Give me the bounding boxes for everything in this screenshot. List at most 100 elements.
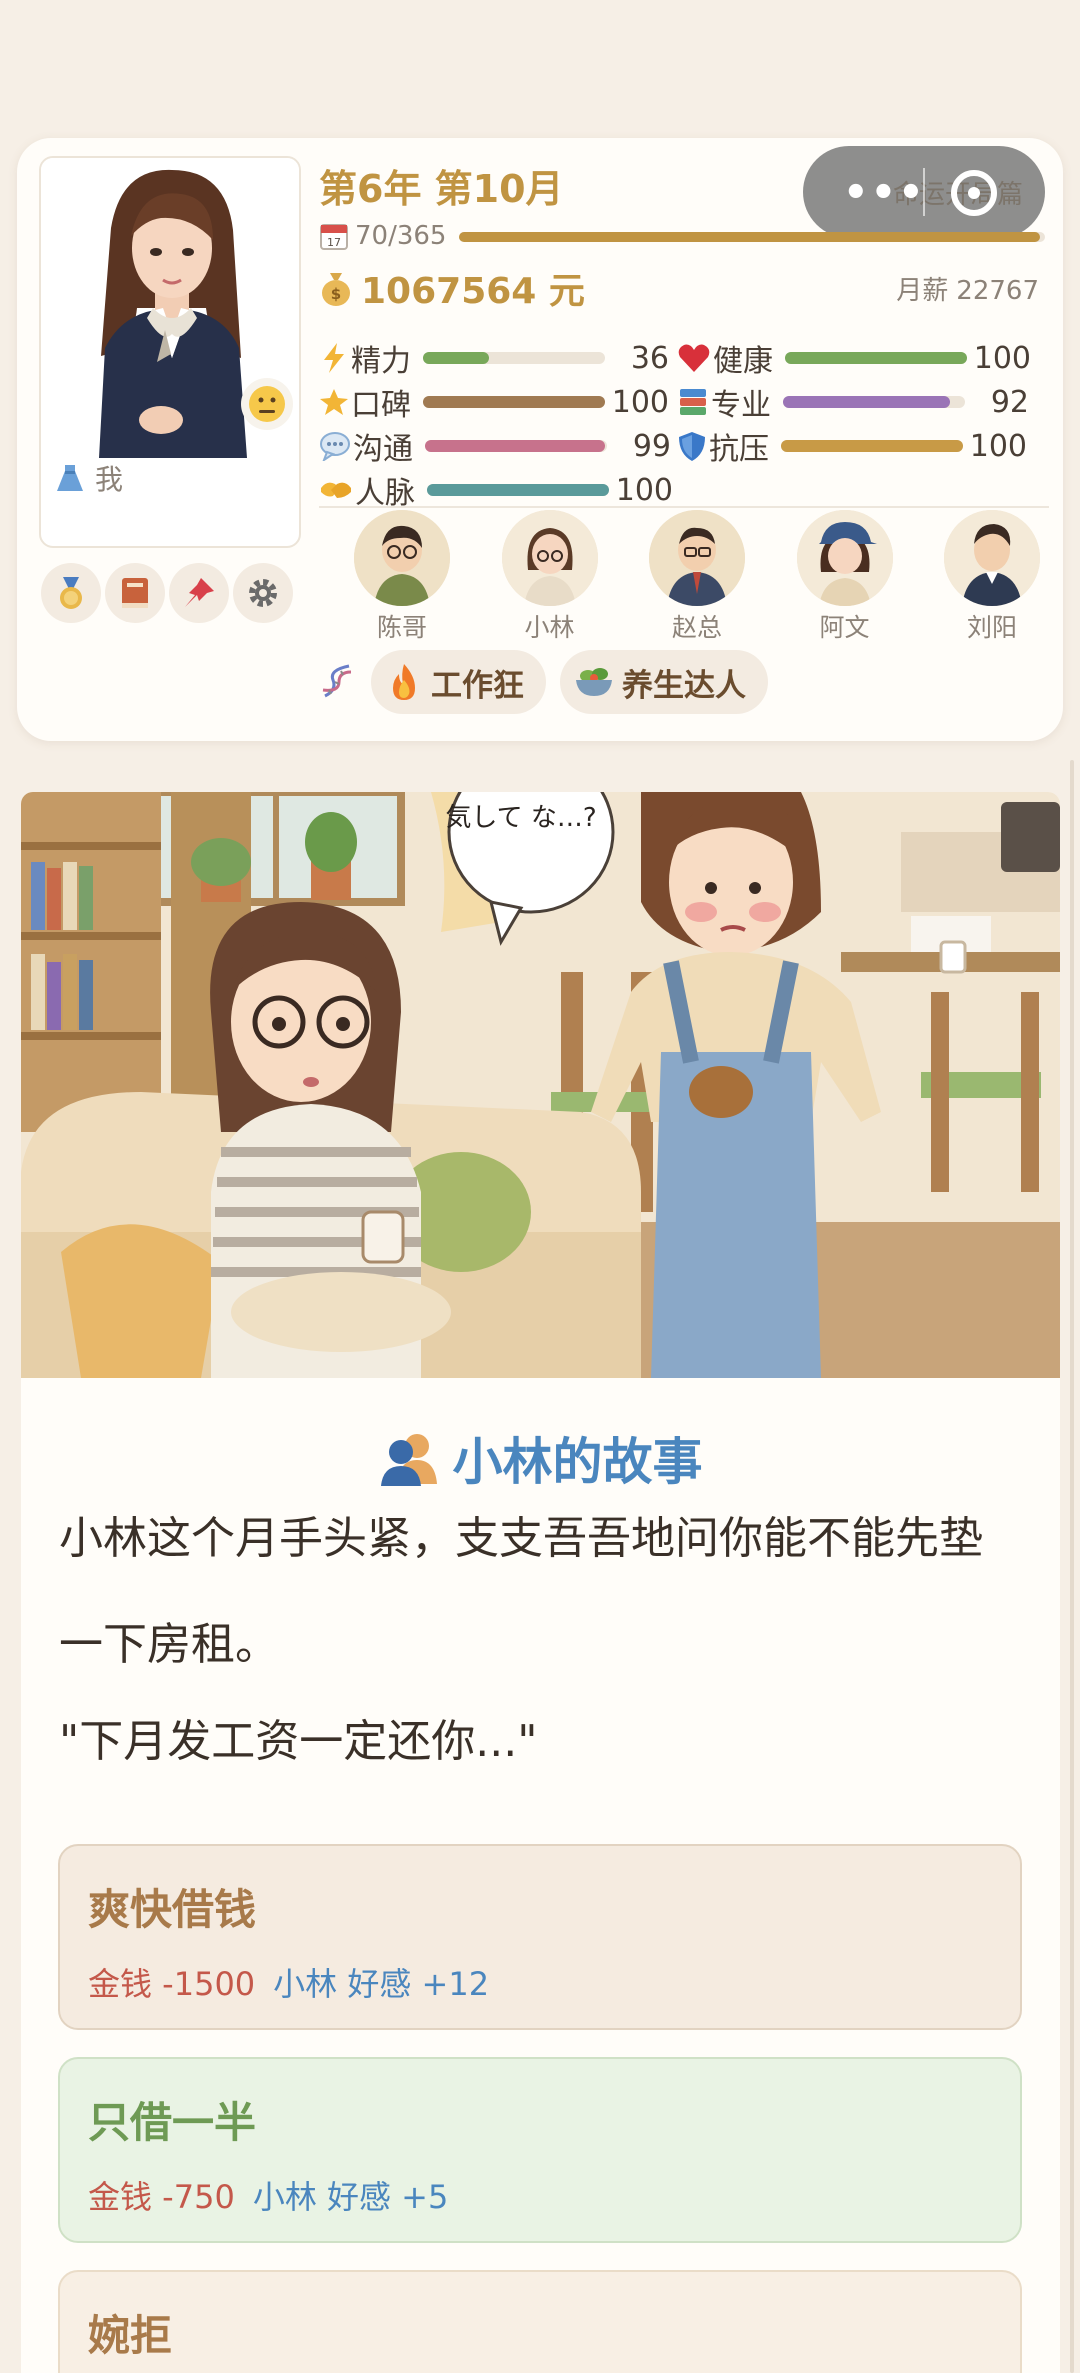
- stat-expertise: 专业 92: [677, 382, 1029, 423]
- story-title: 小林的故事: [21, 1422, 1060, 1494]
- npc-liu-yang[interactable]: 刘阳: [937, 510, 1047, 644]
- relationship-effect: 小林 好感 +5: [252, 2178, 449, 2216]
- handshake-icon: [321, 482, 351, 498]
- story-illustration: 気して な…?: [21, 792, 1060, 1378]
- tool-row: [41, 563, 293, 623]
- stat-stress-resistance: 抗压 100: [677, 426, 1027, 467]
- books-icon: [680, 389, 706, 415]
- stat-value: 100: [615, 472, 673, 508]
- dna-icon: [322, 664, 352, 698]
- stat-fill: [783, 396, 951, 408]
- choice-title: 只借一半: [88, 2098, 257, 2147]
- day-progress-fill: [459, 232, 1041, 242]
- shield-icon: [679, 432, 705, 461]
- choice-title: 婉拒: [88, 2311, 173, 2360]
- stat-bar: [785, 352, 967, 364]
- trait-workaholic[interactable]: 工作狂: [371, 650, 546, 714]
- npc-list: 陈哥 小林 赵总 阿文 刘阳: [347, 510, 1047, 644]
- divider: [319, 506, 1049, 508]
- stat-label: 抗压: [709, 432, 769, 467]
- calendar-icon: 17: [320, 224, 348, 250]
- story-quote: "下月发工资一定还你...": [59, 1716, 538, 1767]
- npc-avatar: [354, 510, 450, 606]
- story-title-text: 小林的故事: [452, 1433, 703, 1491]
- npc-xiao-lin[interactable]: 小林: [495, 510, 605, 644]
- npc-name: 阿文: [819, 613, 870, 642]
- pin-button[interactable]: [169, 563, 229, 623]
- svg-text:17: 17: [327, 236, 341, 249]
- dress-icon: [57, 465, 83, 491]
- trait-health-enthusiast[interactable]: 养生达人: [560, 650, 768, 714]
- stat-bar: [783, 396, 965, 408]
- money-row: $ 1067564 元: [319, 262, 585, 314]
- story-paragraph: 小林这个月手头紧，支支吾吾地问你能不能先垫一下房租。: [59, 1513, 983, 1670]
- choice-lend-half[interactable]: 只借一半 金钱 -750 小林 好感 +5: [58, 2057, 1022, 2243]
- stat-fill: [785, 352, 967, 364]
- money-effect: 金钱 -750: [88, 2178, 235, 2216]
- medal-icon: [60, 577, 82, 609]
- close-mini-program-icon[interactable]: [951, 170, 997, 216]
- fire-icon: [393, 664, 415, 700]
- trait-label: 养生达人: [622, 667, 746, 704]
- date-title: 第6年 第10月: [319, 167, 564, 211]
- illustration-bubble-text: 気して な…?: [445, 803, 596, 833]
- settings-button[interactable]: [233, 563, 293, 623]
- npc-name: 小林: [524, 613, 575, 642]
- stat-label: 专业: [711, 388, 771, 423]
- stat-fill: [781, 440, 963, 452]
- more-icon[interactable]: •••: [843, 170, 926, 216]
- book-icon: [122, 578, 148, 608]
- status-card: 我 第6年 第10月 命运开局篇 ••• 17 70/365 $ 1067564…: [17, 138, 1063, 741]
- choice-decline[interactable]: 婉拒: [58, 2270, 1022, 2373]
- stat-bar: [423, 352, 605, 364]
- npc-avatar: [944, 510, 1040, 606]
- speech-bubble-icon: [320, 432, 350, 461]
- stat-bar: [425, 440, 607, 452]
- pin-icon: [185, 578, 214, 607]
- stat-health: 健康 100: [677, 338, 1031, 379]
- stat-bar: [781, 440, 963, 452]
- capsule-divider: [923, 168, 925, 216]
- stat-value: 100: [969, 428, 1027, 464]
- stat-fill: [423, 352, 489, 364]
- npc-name: 陈哥: [376, 613, 427, 642]
- salary-value: 22767: [956, 276, 1039, 306]
- stat-communication: 沟通 99: [319, 426, 671, 467]
- stat-value: 99: [632, 428, 671, 464]
- monthly-salary: 月薪 22767: [896, 270, 1039, 307]
- npc-chen-ge[interactable]: 陈哥: [347, 510, 457, 644]
- stat-bar: [427, 484, 609, 496]
- heart-icon: [678, 344, 710, 372]
- journal-button[interactable]: [105, 563, 165, 623]
- trait-label: 工作狂: [431, 667, 524, 704]
- stat-label: 精力: [351, 344, 411, 379]
- stat-label: 沟通: [353, 432, 413, 467]
- choice-lend-money[interactable]: 爽快借钱 金钱 -1500 小林 好感 +12: [58, 1844, 1022, 2030]
- gear-icon: [249, 579, 277, 607]
- npc-avatar: [501, 510, 598, 606]
- player-portrait-card[interactable]: 我: [39, 156, 301, 548]
- day-progress-bar: [459, 232, 1045, 242]
- npc-a-wen[interactable]: 阿文: [790, 510, 900, 644]
- stat-value: 100: [611, 384, 669, 420]
- choice-title: 爽快借钱: [88, 1885, 257, 1934]
- svg-text:$: $: [331, 285, 341, 303]
- npc-avatar: [649, 510, 745, 606]
- npc-zhao-zong[interactable]: 赵总: [642, 510, 752, 644]
- achievements-button[interactable]: [41, 563, 101, 623]
- trait-row: 工作狂 养生达人: [317, 650, 768, 714]
- npc-name: 赵总: [671, 613, 722, 642]
- stat-bar: [423, 396, 605, 408]
- story-card: 気して な…? 小林的故事 小林这个月手头紧，支支吾吾地问你能不能先垫一下房租。…: [21, 792, 1060, 2373]
- choice-effects: 金钱 -1500 小林 好感 +12: [88, 1959, 992, 2005]
- stat-fill: [427, 484, 609, 496]
- money-bag-icon: $: [322, 273, 350, 306]
- stat-energy: 精力 36: [319, 338, 669, 379]
- stat-network: 人脉 100: [319, 470, 673, 511]
- stat-label: 口碑: [351, 388, 411, 423]
- scrollbar[interactable]: [1070, 760, 1074, 2373]
- stat-label: 健康: [713, 344, 773, 379]
- stat-value: 100: [973, 340, 1031, 376]
- player-name-row: 我: [53, 458, 123, 498]
- salad-icon: [576, 668, 612, 696]
